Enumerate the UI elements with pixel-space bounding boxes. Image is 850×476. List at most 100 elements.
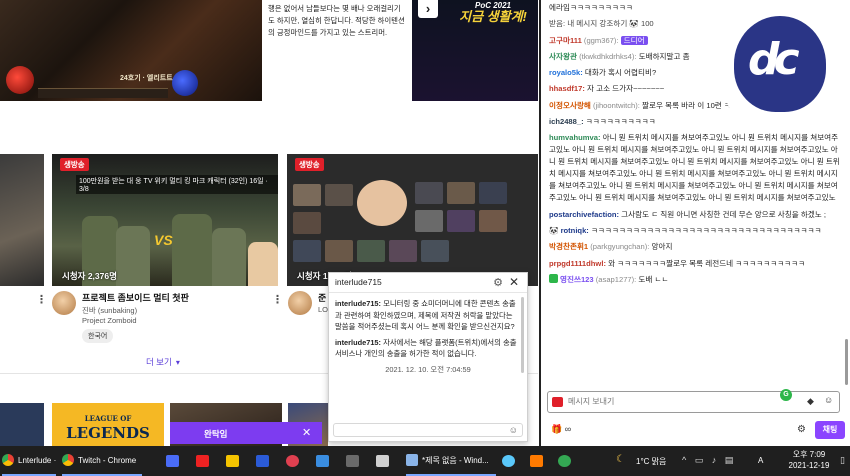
app-icon[interactable] (530, 455, 543, 467)
chrome-icon (62, 454, 74, 466)
chat-user[interactable]: 영진쓰123 (560, 275, 594, 284)
taskbar-item-notepad[interactable]: *제목 없음 - Wind... (406, 446, 496, 476)
chat-alias: (parkgyungchan): (590, 242, 650, 252)
stream-title[interactable]: 프로젝트 좀보이드 멀티 첫판 (82, 291, 189, 304)
chat-user[interactable]: prpgd1111dhwl: (549, 259, 606, 268)
whisper-user[interactable]: interlude715: (335, 299, 381, 308)
notification-icon[interactable]: ▯ (840, 455, 845, 466)
close-icon[interactable]: ✕ (302, 426, 311, 439)
chat-user[interactable]: 박경찬존휘1 (549, 242, 588, 251)
promo-ad[interactable]: › PoC 2021 지금 생활계! (412, 0, 538, 101)
whisper-header: interlude715 ⚙ ✕ (329, 273, 527, 293)
whisper-input[interactable] (333, 423, 523, 437)
chat-text: 아니 뭔 트위치 메시지를 쳐보여주고있노 아니 뭔 트위치 메시지를 쳐보여주… (549, 133, 840, 203)
app-icon[interactable] (316, 455, 329, 467)
streamer-cam (248, 242, 278, 286)
highlight-badge: 드디어 (620, 35, 648, 45)
purple-action-bar[interactable]: 완탁임 (170, 422, 322, 444)
stream-channel[interactable]: LO (318, 305, 328, 314)
stream-channel[interactable]: 진바 (sunbaking) (82, 305, 137, 316)
category-tile-lol[interactable]: LEAGUE OF LEGENDS (52, 403, 164, 446)
kakao-icon[interactable] (226, 455, 239, 467)
stream-game[interactable]: Project Zomboid (82, 316, 137, 325)
dc-logo-icon: dc (748, 34, 800, 85)
chat-user[interactable]: ich2488_: (549, 117, 584, 126)
taskbar-item-chrome-2[interactable]: Twitch - Chrome (62, 446, 142, 476)
chat-input[interactable] (568, 397, 768, 406)
chat-input-box[interactable] (547, 391, 840, 413)
language-tag[interactable]: 한국어 (82, 329, 114, 343)
top-banner: 24호기 · 엘리트트 행은 없어서 남들보다는 몇 배나 오래걸리기도 하지만… (0, 0, 538, 101)
chat-user[interactable]: 고구마111 (549, 36, 582, 45)
stream-thumbnail[interactable]: 생방송 100만원을 받는 대 웅 TV 위키 멀티 킹 마크 캐릭터 (32인… (52, 154, 278, 286)
video-tile (389, 240, 417, 262)
chat-alias: (jihoontwitch): (593, 100, 640, 110)
chrome-icon (2, 454, 14, 466)
youtube-icon[interactable] (196, 455, 209, 467)
chat-send-button[interactable]: 채팅 (815, 421, 845, 439)
chat-user[interactable]: 🐼 rotniqk: (549, 226, 589, 235)
whisper-scrollbar[interactable] (521, 297, 524, 373)
kebab-icon[interactable]: ⋮ (272, 293, 283, 306)
whisper-message: interlude715: 자사에서는 해당 플랫폼(트위치)에서의 송출 서비… (335, 337, 521, 360)
category-tile[interactable] (0, 403, 44, 446)
app-icon[interactable] (346, 455, 359, 467)
clock[interactable]: 오후 7:09 2021-12-19 (782, 449, 836, 471)
system-tray-icons[interactable]: ^ ▭ ♪ ▤ (682, 455, 736, 466)
chat-user[interactable]: 이정오사랑해 (549, 101, 591, 110)
app-icon[interactable] (166, 455, 179, 467)
chat-line: 영진쓰123 (asap1277): 도배 ㄴㄴ (549, 273, 841, 286)
emote-icon[interactable]: ☺ (824, 395, 833, 405)
app-icon[interactable] (502, 455, 515, 467)
ime-indicator[interactable]: A (758, 456, 763, 465)
app-icon[interactable] (286, 455, 299, 467)
show-more-button[interactable]: 더 보기 ▾ (146, 356, 180, 368)
app-icon[interactable] (558, 455, 571, 467)
gear-icon[interactable]: ⚙ (797, 424, 806, 435)
taskbar-item-chrome-1[interactable]: Lnterlude · Chrome (2, 446, 56, 476)
chat-text: 받음: 내 메시지 강조하기 🐼 100 (549, 19, 654, 29)
chat-badge-icon (552, 397, 563, 407)
points-icon[interactable]: 🎁 ∞ (551, 424, 571, 435)
app-icon[interactable] (376, 455, 389, 467)
taskbar-item-label: Lnterlude · Chrome (18, 455, 56, 465)
whisper-user[interactable]: interlude715: (335, 338, 381, 347)
gear-icon[interactable]: ⚙ (493, 276, 503, 289)
chat-user[interactable]: hhasdf17: (549, 84, 585, 93)
channel-avatar[interactable] (288, 291, 312, 315)
stream-thumbnail[interactable]: 생방송 시청자 1,439명 (287, 154, 538, 286)
game-caption: 24호기 · 엘리트트 (120, 75, 173, 82)
video-tile (325, 184, 353, 206)
show-more-label: 더 보기 (146, 357, 172, 367)
game-screenshot[interactable]: 24호기 · 엘리트트 (0, 0, 262, 101)
subscriber-badge-icon (549, 273, 558, 283)
viewer-count: 시청자 2,376명 (62, 271, 117, 281)
video-tile (293, 240, 321, 262)
grammarly-icon[interactable]: G (780, 389, 792, 401)
chat-text: 와 ㅋㅋㅋㅋㅋㅋㅋ짤로우 목록 레전드네 ㅋㅋㅋㅋㅋㅋㅋㅋㅋㅋ (605, 258, 806, 268)
chat-text: 앙아지 (649, 242, 673, 252)
weather-widget[interactable]: 1°C 맑음 (636, 456, 666, 467)
emote-icon[interactable]: ☺ (509, 425, 518, 435)
stream-title[interactable]: 준 (318, 291, 326, 304)
close-icon[interactable]: ✕ (509, 275, 519, 289)
chat-user[interactable]: 사자왕관 (549, 52, 577, 61)
word-icon[interactable] (256, 455, 269, 467)
chat-user[interactable]: royalo5k: (549, 68, 583, 77)
chat-user[interactable]: postarchivefaction: (549, 210, 619, 219)
video-tile (325, 240, 353, 262)
video-tile (421, 240, 449, 262)
chat-alias: (ggm367): (583, 35, 619, 45)
kebab-icon[interactable]: ⋮ (36, 293, 47, 306)
browser-page: 24호기 · 엘리트트 행은 없어서 남들보다는 몇 배나 오래걸리기도 하지만… (0, 0, 538, 446)
stream-thumbnail-partial[interactable] (0, 154, 44, 286)
chat-user[interactable]: humvahumva: (549, 133, 600, 142)
channel-description: 행은 없어서 남들보다는 몇 배나 오래걸리기도 하지만, 열심히 한답니다. … (262, 0, 412, 101)
moon-icon[interactable]: ☾ (616, 454, 625, 465)
chat-line: 🐼 rotniqk: ㅋㅋㅋㅋㅋㅋㅋㅋㅋㅋㅋㅋㅋㅋㅋㅋㅋㅋㅋㅋㅋㅋㅋㅋㅋㅋㅋㅋㅋ… (549, 225, 841, 237)
chat-scrollbar[interactable] (845, 339, 848, 385)
bits-icon[interactable]: ◆ (807, 396, 814, 407)
channel-avatar[interactable] (52, 291, 76, 315)
carousel-next-button[interactable]: › (418, 0, 438, 18)
promo-title: PoC 2021 지금 생활계! (448, 0, 538, 23)
